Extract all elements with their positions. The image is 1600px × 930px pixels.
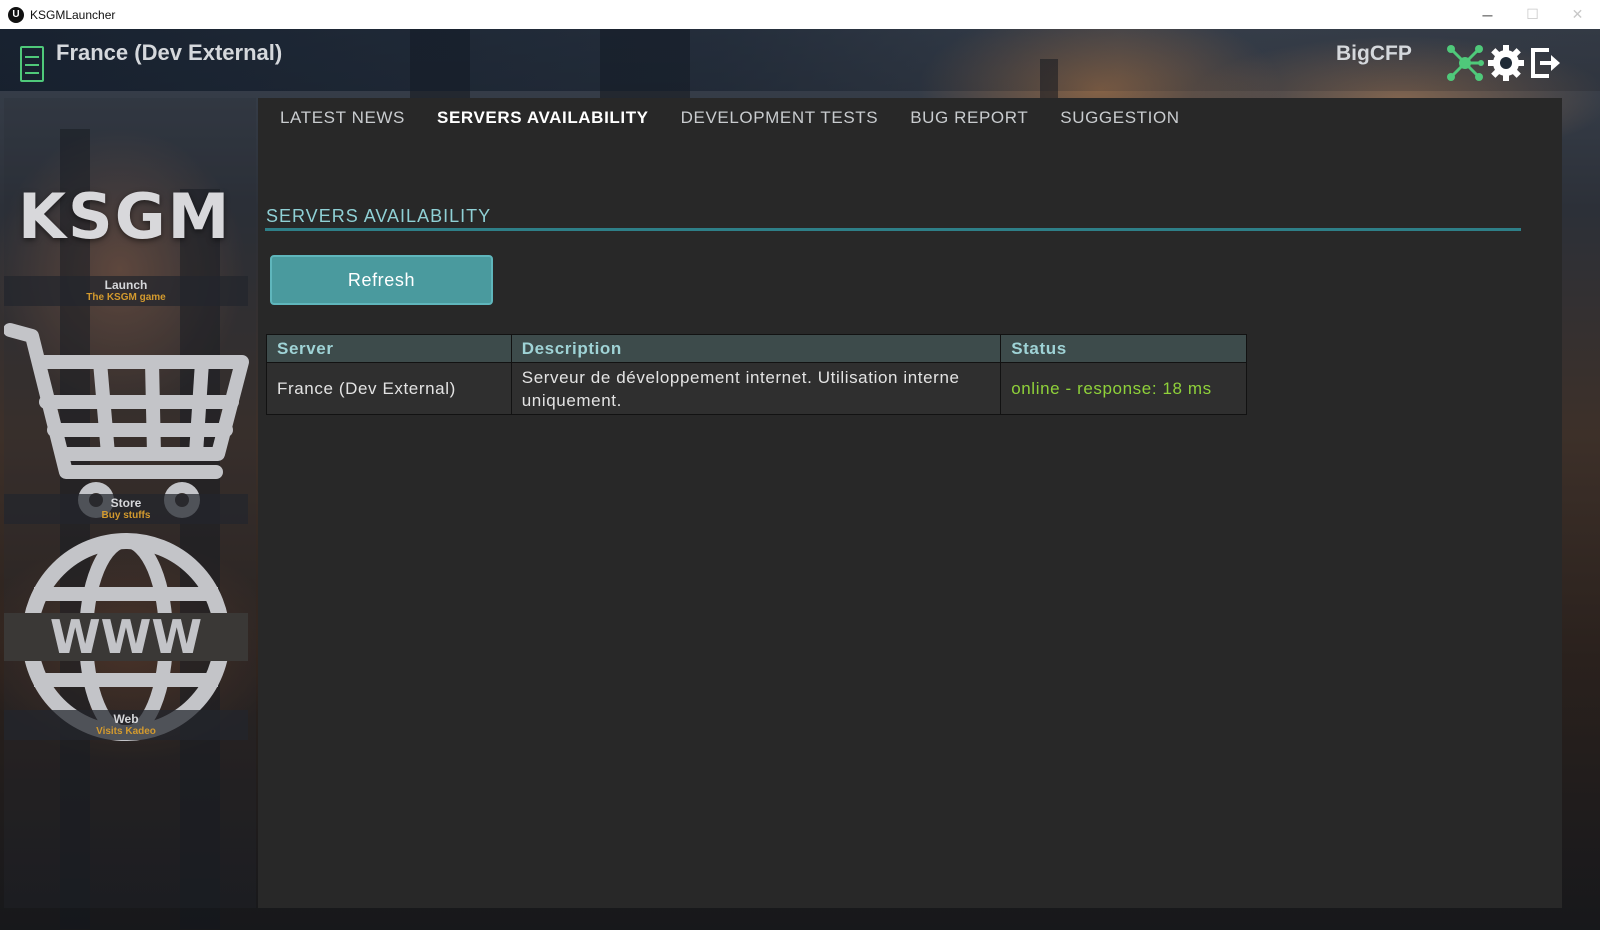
tab-suggestion[interactable]: SUGGESTION [1060,107,1179,129]
network-icon[interactable] [1446,44,1484,82]
launch-title: Launch [104,278,148,292]
tab-servers-availability[interactable]: SERVERS AVAILABILITY [437,107,649,129]
minimize-button[interactable]: ─ [1465,0,1510,29]
web-subtitle: Visits Kadeo [96,726,156,737]
server-status-cell: online - response: 18 ms [1000,362,1247,415]
maximize-button[interactable]: ☐ [1510,0,1555,29]
column-header-description: Description [510,334,1002,363]
column-header-server: Server [266,334,512,363]
tab-latest-news[interactable]: LATEST NEWS [280,107,405,129]
window-controls: ─ ☐ ✕ [1465,0,1600,29]
table-header-row: Server Description Status [266,334,1247,363]
username[interactable]: BigCFP [1336,42,1412,66]
logout-icon[interactable] [1527,44,1565,82]
servers-table: Server Description Status France (Dev Ex… [266,334,1247,415]
tab-development-tests[interactable]: DEVELOPMENT TESTS [681,107,879,129]
store-title: Store [110,496,142,510]
refresh-button[interactable]: Refresh [270,255,493,305]
window-title: KSGMLauncher [30,7,116,22]
section-divider [265,228,1521,231]
server-description-cell: Serveur de développement internet. Utili… [510,362,1002,415]
launch-subtitle: The KSGM game [86,292,166,303]
column-header-status: Status [1000,334,1247,363]
ksgm-logo[interactable]: KSGM [18,180,231,253]
shopping-cart-icon[interactable] [4,322,252,520]
server-name-cell: France (Dev External) [266,362,512,415]
section-title: SERVERS AVAILABILITY [266,206,492,226]
tab-bar: LATEST NEWS SERVERS AVAILABILITY DEVELOP… [280,107,1212,129]
launch-tile[interactable]: Launch The KSGM game [4,276,248,306]
web-title: Web [113,712,139,726]
unreal-engine-icon: U [8,6,24,23]
server-rack-icon[interactable] [20,46,44,82]
table-row: France (Dev External) Serveur de dévelop… [266,362,1247,415]
tab-bug-report[interactable]: BUG REPORT [910,107,1028,129]
svg-text:WWW: WWW [50,610,202,664]
store-tile[interactable]: Store Buy stuffs [4,494,248,524]
close-button[interactable]: ✕ [1555,0,1600,29]
window-titlebar: U KSGMLauncher ─ ☐ ✕ [0,0,1600,29]
main-panel: LATEST NEWS SERVERS AVAILABILITY DEVELOP… [258,98,1562,908]
server-title: France (Dev External) [56,40,283,65]
store-subtitle: Buy stuffs [101,510,151,521]
gear-icon[interactable] [1487,44,1525,82]
web-tile[interactable]: Web Visits Kadeo [4,710,248,740]
